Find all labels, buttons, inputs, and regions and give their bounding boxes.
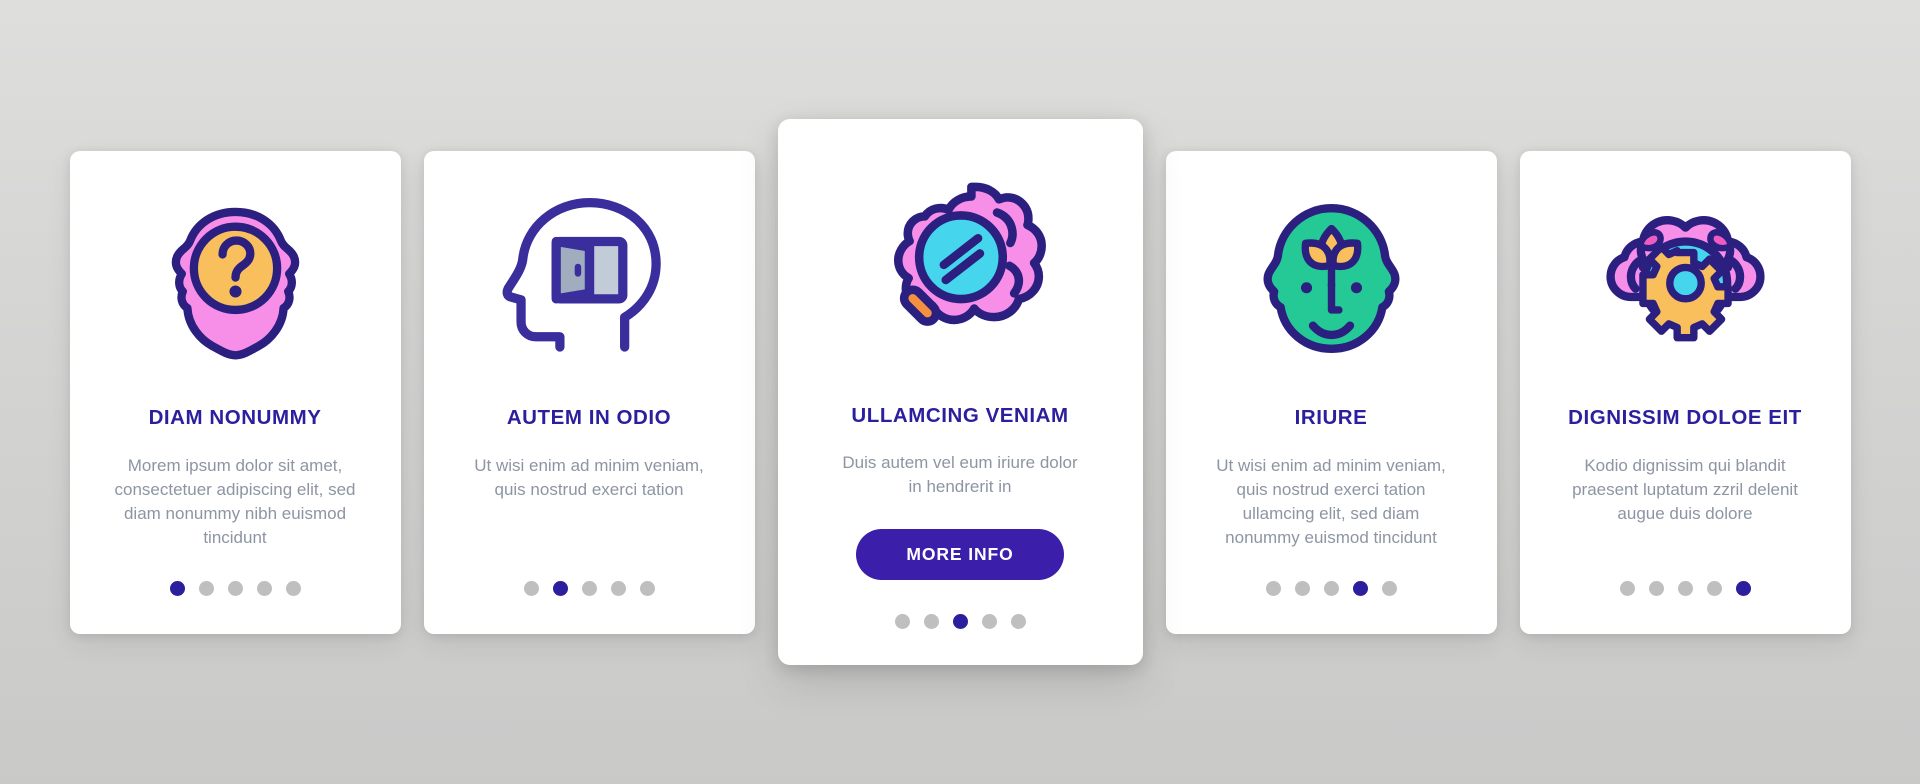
pagination-dot-5[interactable]	[639, 580, 655, 596]
pagination-dot-2[interactable]	[1648, 580, 1664, 596]
card-description: Duis autem vel eum iriure dolor in hendr…	[842, 452, 1078, 496]
card-description: Morem ipsum dolor sit amet, consectetuer…	[114, 456, 356, 548]
pagination-dot-1[interactable]	[894, 614, 910, 629]
pagination-dot-1[interactable]	[1265, 580, 1281, 596]
pagination-dot-1[interactable]	[1619, 580, 1635, 596]
pagination-dots	[778, 614, 1143, 629]
onboarding-card-carousel: DIAM NONUMMY Morem ipsum dolor sit amet, …	[0, 0, 1920, 784]
card-description: Ut wisi enim ad minim veniam, quis nostr…	[1216, 456, 1446, 548]
card-autem-in-odio[interactable]: AUTEM IN ODIO Ut wisi enim ad minim venia…	[423, 150, 755, 634]
pagination-dot-2[interactable]	[923, 614, 939, 629]
pagination-dot-4[interactable]	[1706, 580, 1722, 596]
card-iriure[interactable]: IRIURE Ut wisi enim ad minim veniam, quis…	[1165, 150, 1497, 634]
card-diam-nonummy[interactable]: DIAM NONUMMY Morem ipsum dolor sit amet, …	[69, 150, 401, 634]
pagination-dot-4[interactable]	[1352, 580, 1368, 596]
pagination-dot-5[interactable]	[1010, 614, 1026, 629]
pagination-dot-1[interactable]	[523, 580, 539, 596]
pagination-dot-5[interactable]	[285, 580, 301, 596]
card-title: AUTEM IN ODIO	[506, 405, 672, 429]
pagination-dots	[424, 580, 755, 596]
card-title: ULLAMCING VENIAM	[851, 404, 1069, 427]
pagination-dot-5[interactable]	[1381, 580, 1397, 596]
pagination-dot-3[interactable]	[1323, 580, 1339, 596]
pagination-dot-2[interactable]	[1294, 580, 1310, 596]
card-description: Kodio dignissim qui blandit praesent lup…	[1572, 456, 1798, 524]
more-info-button[interactable]: MORE INFO	[856, 528, 1064, 580]
pagination-dot-3[interactable]	[1677, 580, 1693, 596]
pagination-dots	[70, 580, 401, 596]
card-title: DIAM NONUMMY	[148, 405, 322, 429]
pagination-dot-4[interactable]	[256, 580, 272, 596]
pagination-dots	[1166, 580, 1497, 596]
card-dignissim-doloe-eit[interactable]: DIGNISSIM DOLOE EIT Kodio dignissim qui b…	[1519, 150, 1851, 634]
pagination-dot-3[interactable]	[952, 614, 968, 629]
pagination-dots	[1520, 580, 1851, 596]
pagination-dot-5[interactable]	[1735, 580, 1751, 596]
card-ullamcing-veniam[interactable]: ULLAMCING VENIAM Duis autem vel eum iriur…	[777, 119, 1143, 665]
pagination-dot-4[interactable]	[610, 580, 626, 596]
brain-gear-icon	[1520, 151, 1851, 406]
pagination-dot-2[interactable]	[198, 580, 214, 596]
face-sprout-icon	[1166, 151, 1497, 406]
card-description: Ut wisi enim ad minim veniam, quis nostr…	[474, 456, 704, 500]
head-open-window-icon	[424, 151, 755, 406]
pagination-dot-2[interactable]	[552, 580, 568, 596]
pagination-dot-3[interactable]	[581, 580, 597, 596]
card-title: IRIURE	[1294, 405, 1368, 429]
pagination-dot-3[interactable]	[227, 580, 243, 596]
pagination-dot-4[interactable]	[981, 614, 997, 629]
pagination-dot-1[interactable]	[169, 580, 185, 596]
brain-magnifier-icon	[778, 119, 1143, 404]
card-title: DIGNISSIM DOLOE EIT	[1568, 405, 1802, 429]
head-question-mark-icon	[70, 151, 401, 406]
